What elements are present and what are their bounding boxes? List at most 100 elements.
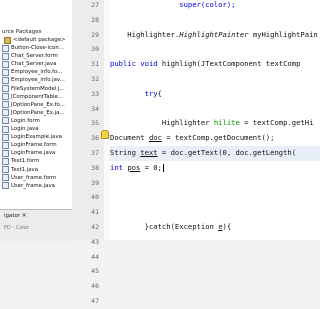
code-text: Highlighter. [110,29,180,39]
java-file-icon [2,125,9,133]
line-number: 46 [91,282,99,291]
file-node[interactable]: Login.form [0,117,72,125]
file-node[interactable]: JComponentTable... [0,93,72,101]
java-file-icon [2,166,9,174]
file-node[interactable]: LoginExample.java [0,133,72,141]
file-node[interactable]: JOptionPane_Ex.ja... [0,109,72,117]
code-editor[interactable]: super(color); Highlighter.HighlightPaint… [110,0,320,240]
java-file-icon [2,85,9,93]
code-text: try [110,88,158,98]
java-file-icon [2,141,9,149]
line-number: 47 [91,296,99,305]
file-label: Test1.java [11,166,39,173]
java-file-icon [2,117,9,125]
code-line-38: int pos = 0; [110,161,320,176]
code-text: text [140,147,158,157]
file-label: Login.form [11,117,40,124]
line-number: 31 [91,60,99,69]
java-file-icon [2,133,9,141]
file-label: LoginExample.java [11,134,62,141]
code-text: = 0; [140,162,162,172]
default-package-node[interactable]: <default package> [0,36,72,44]
line-numbers: 27 28 29 30 31 32 33 34 35 36 37 38 39 40 41 42 43 44 45 46… [72,0,99,309]
code-text: myHighlightPain [248,29,318,39]
file-node[interactable]: Test1.java [0,166,72,174]
file-label: Chat_Server.form [11,53,58,60]
file-label: Login.java [11,126,39,133]
text-caret [162,163,164,172]
line-number: 27 [91,1,99,9]
java-file-icon [2,101,9,109]
file-label: User_frame.java [11,182,55,189]
code-text: hilite [213,118,240,128]
line-number: 33 [91,89,99,98]
code-line-35: Highlighter hilite = textComp.getHi [110,116,320,131]
line-number: 28 [91,15,99,24]
navigator-item[interactable]: PD - Color [4,225,29,231]
code-line-29: Highlighter.HighlightPainter myHighlight… [110,28,320,43]
navigator-tab[interactable]: igator ✕ [4,213,27,219]
line-number: 38 [91,163,99,172]
code-line-31: public void highligh(JTextComponent text… [110,57,320,72]
code-text: }catch(Exception [110,221,219,231]
file-node[interactable]: LoginFrame.form [0,141,72,149]
java-file-icon [2,109,9,117]
java-file-icon [2,93,9,101]
java-file-icon [2,60,9,68]
java-file-icon [2,149,9,157]
java-file-icon [2,182,9,190]
file-label: JComponentTable... [11,93,63,100]
line-number: 44 [91,252,99,261]
file-node[interactable]: Employee_info.jav... [0,76,72,85]
code-line-42: }catch(Exception e){ [110,220,320,235]
file-label: LoginFrame.form [11,142,57,149]
code-text: super(color); [110,0,236,9]
file-label: Test1.form [11,158,40,165]
file-node[interactable]: FileSystemModel.j... [0,85,72,93]
line-number: 39 [91,178,99,187]
java-file-icon [2,68,9,76]
file-node[interactable]: Button-Close-icon... [0,44,72,52]
file-node[interactable]: Chat_Server.java [0,60,72,68]
project-tree: <default package> Button-Close-icon... Ch… [0,36,72,190]
line-number: 41 [91,208,99,217]
java-file-icon [2,52,9,60]
file-node[interactable]: Login.java [0,125,72,133]
file-node[interactable]: User_frame.form [0,174,72,182]
code-text: = textComp.getHi [239,118,314,128]
file-label: JOptionPane_Ex.ja... [11,109,65,116]
code-text: pos [127,162,141,172]
lightbulb-hint-icon[interactable] [101,130,109,139]
file-label: Button-Close-icon... [11,45,64,52]
file-node[interactable]: LoginFrame.java [0,149,72,157]
file-node[interactable]: Employee_info.fo... [0,68,72,76]
source-packages-node[interactable]: urce Packages [2,29,41,35]
code-text: Highlighter [110,118,214,128]
line-number: 43 [91,237,99,246]
line-number: 37 [91,148,99,157]
ide-window: urce Packages <default package> Button-C… [0,0,320,305]
code-text: String [110,147,141,157]
file-node[interactable]: Chat_Server.form [0,52,72,60]
code-text: public void [110,59,158,69]
file-label: Employee_info.fo... [11,69,63,76]
java-file-icon [2,174,9,182]
code-line-27: super(color); [110,0,320,13]
line-number: 36 [91,134,99,143]
code-line-33: try{ [110,87,320,102]
file-node[interactable]: JOptionPane_Ex.fo... [0,101,72,109]
code-text: ){ [222,221,232,231]
file-label: Chat_Server.java [11,61,57,68]
line-number: 42 [91,222,99,231]
projects-panel: urce Packages <default package> Button-C… [0,0,73,241]
file-node[interactable]: User_frame.java [0,182,72,190]
code-text: HighlightPainter [179,29,249,39]
file-node[interactable]: Test1.form [0,157,72,165]
code-text: = doc.getText(0, doc.getLength( [157,147,297,157]
